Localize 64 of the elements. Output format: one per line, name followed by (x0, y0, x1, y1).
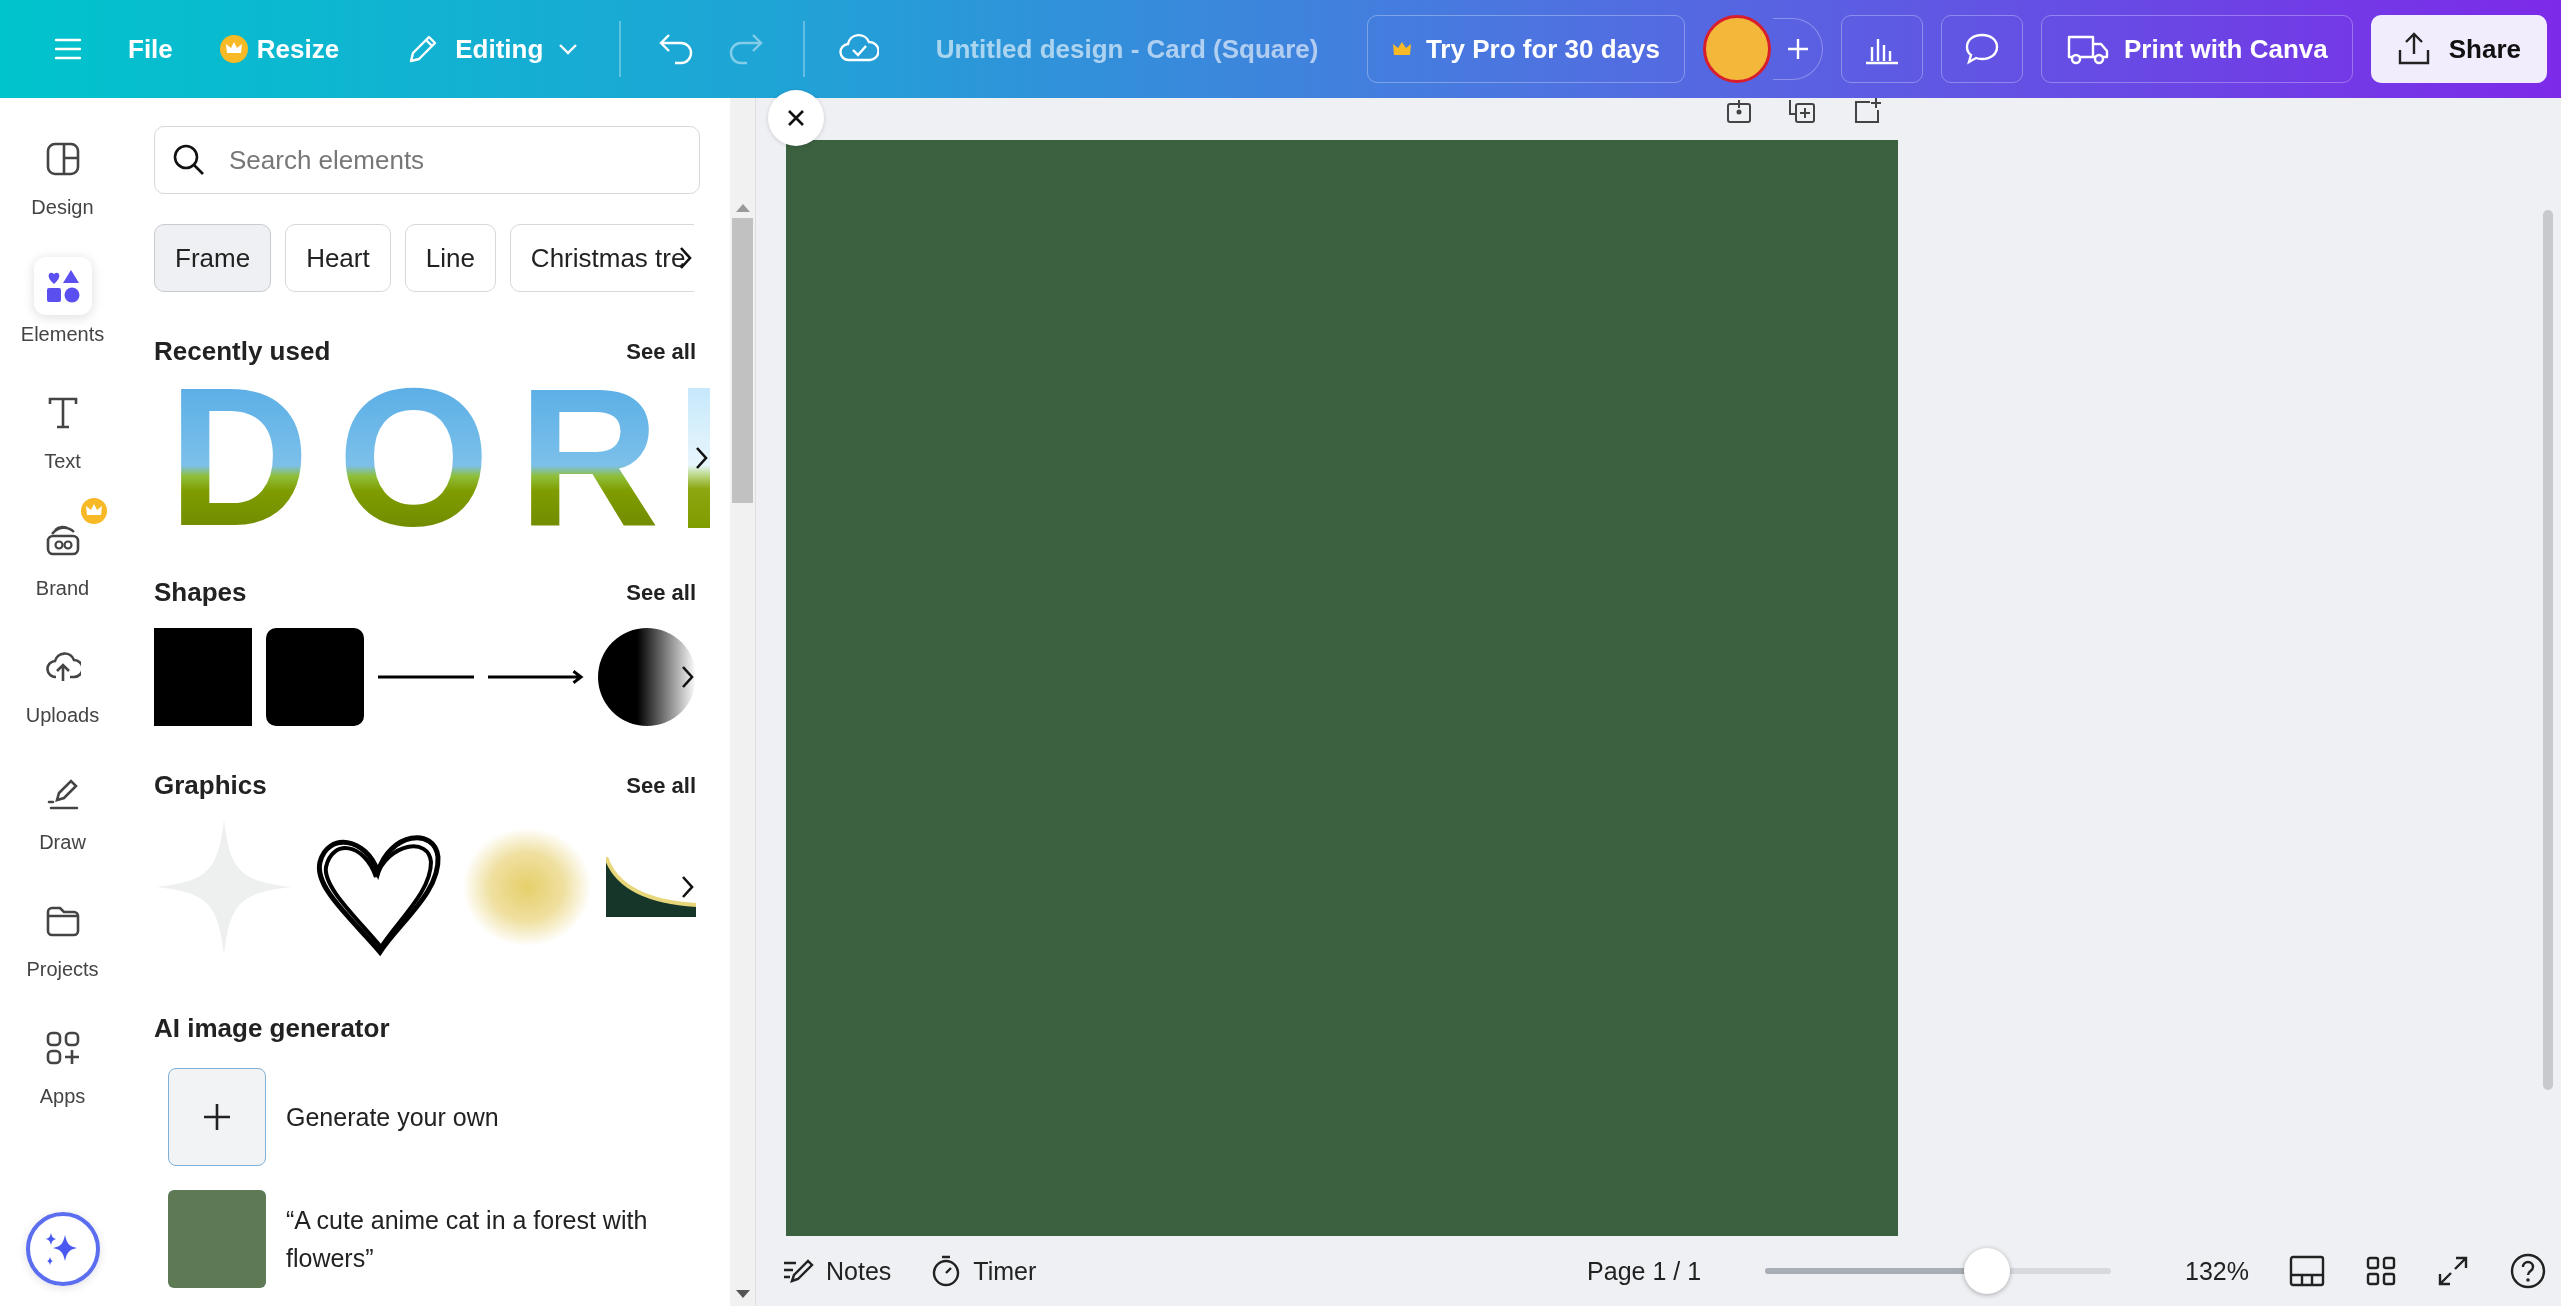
apps-grid-icon (44, 1030, 81, 1066)
timer-button[interactable]: Timer (931, 1246, 1037, 1296)
sidebar-item[interactable]: Projects (2, 876, 123, 981)
page-indicator: Page 1 / 1 (1587, 1256, 1702, 1286)
close-icon (786, 108, 806, 128)
swoosh-graphic[interactable] (606, 857, 696, 917)
shapes-icon (44, 268, 81, 304)
try-pro-button[interactable]: Try Pro for 30 days (1366, 15, 1686, 83)
scrollbar[interactable] (730, 98, 755, 1306)
filter-chip[interactable]: Heart (285, 224, 391, 292)
prompt-text[interactable]: “A cute anime cat in a forest with flowers” (286, 1201, 686, 1277)
comment-button[interactable] (1941, 15, 2024, 83)
section-title: Shapes (154, 577, 247, 608)
sidebar-item[interactable]: Brand (2, 495, 123, 600)
add-page-icon[interactable] (1854, 98, 1882, 124)
scrollbar[interactable] (2543, 210, 2553, 1090)
stopwatch-icon (931, 1255, 962, 1287)
see-all-link[interactable]: See all (626, 338, 696, 365)
plus-icon (202, 1102, 232, 1132)
sidebar-item[interactable]: Text (2, 368, 123, 473)
filter-chip[interactable]: Christmas tre (509, 224, 694, 292)
prompt-text[interactable]: Generate your own (286, 1098, 686, 1136)
chevron-right-icon[interactable] (680, 874, 696, 900)
notes-button[interactable]: Notes (782, 1246, 892, 1296)
crown-icon (1391, 41, 1412, 57)
zoom-percentage[interactable]: 132% (2185, 1256, 2249, 1286)
see-all-link[interactable]: See all (626, 772, 696, 799)
section-title: Recently used (154, 336, 331, 367)
section-title: Graphics (154, 770, 267, 801)
arrow-shape[interactable] (488, 669, 584, 685)
magic-assistant-button[interactable] (25, 1212, 100, 1286)
share-button[interactable]: Share (2370, 15, 2547, 83)
chevron-right-icon[interactable] (680, 664, 696, 690)
fullscreen-icon[interactable] (2437, 1255, 2469, 1287)
help-icon[interactable] (2509, 1252, 2547, 1290)
search-icon (172, 143, 206, 177)
grid-view-icon[interactable] (2365, 1255, 2397, 1287)
lock-icon[interactable] (1726, 98, 1752, 124)
print-button[interactable]: Print with Canva (2041, 15, 2353, 83)
upload-icon (2396, 32, 2431, 66)
filter-chip[interactable]: Frame (154, 224, 272, 292)
page-thumbnails-icon[interactable] (2289, 1255, 2325, 1287)
filter-chip[interactable]: Line (404, 224, 496, 292)
search-field[interactable]: Search elements (154, 126, 700, 194)
sidebar-item[interactable]: Elements (2, 241, 123, 346)
sidebar-item[interactable]: Design (2, 114, 123, 219)
menu-icon (54, 37, 82, 61)
crown-icon (218, 34, 249, 64)
sidebar-item[interactable]: Apps (2, 1003, 123, 1108)
duplicate-page-icon[interactable] (1788, 98, 1818, 124)
sidebar-item[interactable]: Draw (2, 749, 123, 854)
sidebar-item[interactable]: Uploads (2, 622, 123, 727)
section-title: AI image generator (154, 1013, 390, 1044)
chevron-down-icon (557, 42, 580, 56)
close-button[interactable] (768, 90, 824, 146)
slider-thumb[interactable] (1963, 1248, 2010, 1294)
speech-bubble-icon (1964, 32, 2001, 66)
plus-icon (1785, 37, 1810, 61)
layout-icon (44, 141, 81, 177)
line-shape[interactable] (378, 674, 474, 680)
chevron-right-icon[interactable] (694, 445, 710, 471)
notes-icon (782, 1257, 814, 1285)
see-all-link[interactable]: See all (626, 579, 696, 606)
insights-button[interactable] (1841, 15, 1924, 83)
